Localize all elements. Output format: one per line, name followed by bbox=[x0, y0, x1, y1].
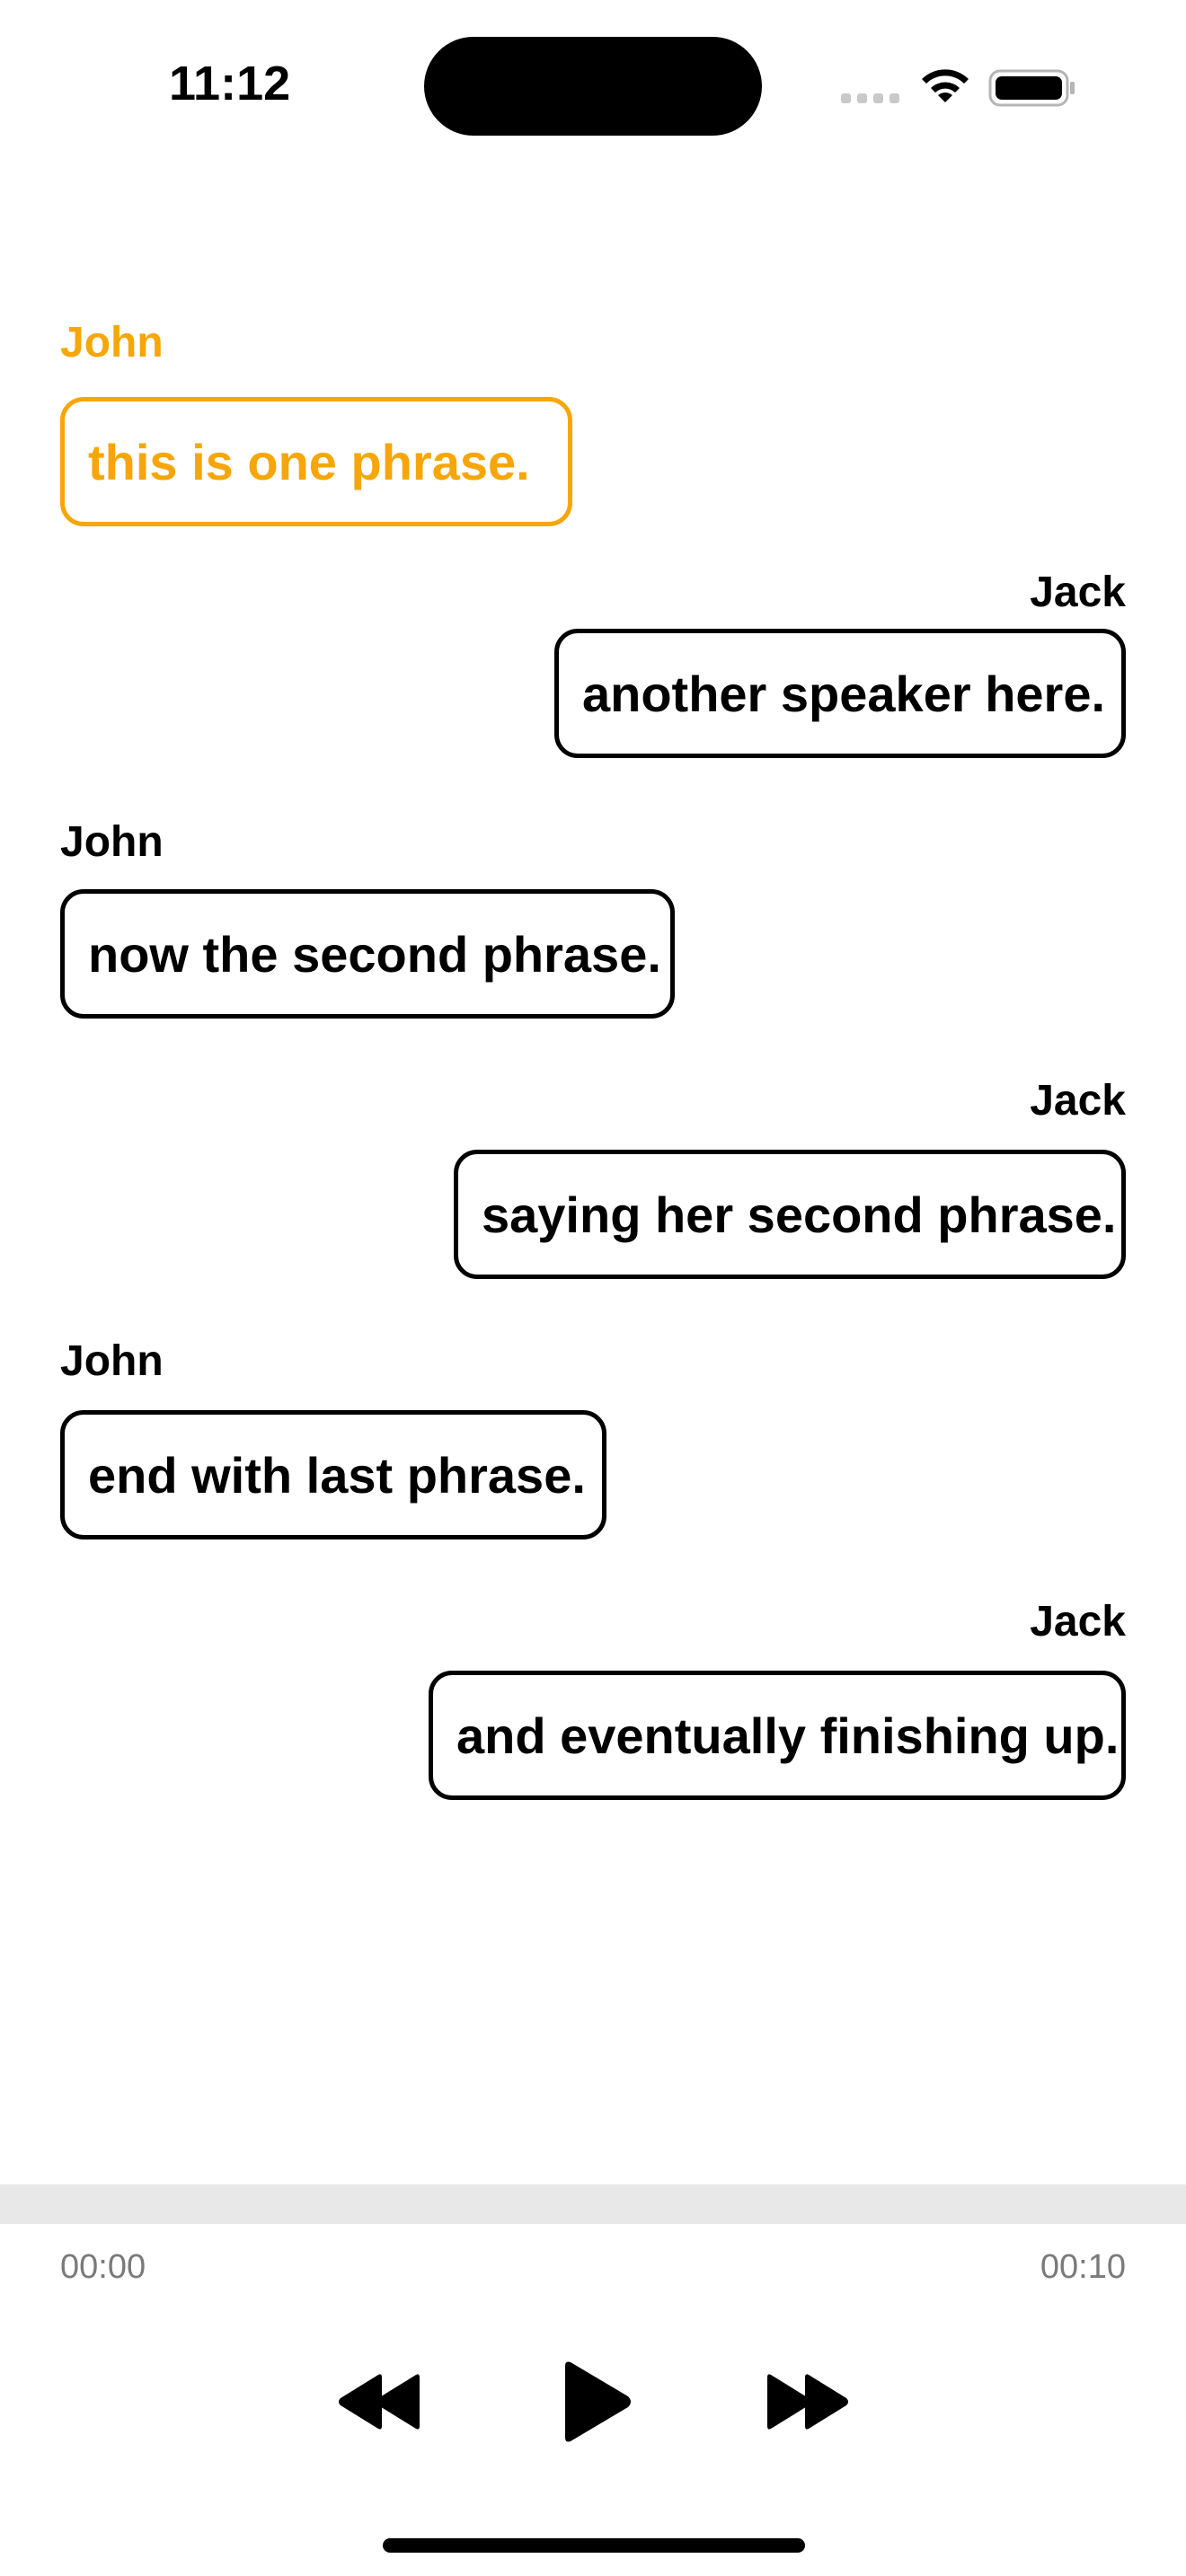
dynamic-island bbox=[424, 37, 762, 136]
play-icon bbox=[565, 2361, 631, 2442]
battery-icon bbox=[988, 69, 1075, 107]
phrase-bubble[interactable]: another speaker here. bbox=[554, 629, 1126, 758]
speaker-name: John bbox=[60, 319, 164, 366]
phrase-bubble[interactable]: saying her second phrase. bbox=[454, 1150, 1126, 1279]
play-button[interactable] bbox=[546, 2357, 645, 2447]
phrase-bubble[interactable]: end with last phrase. bbox=[60, 1410, 606, 1539]
speaker-name: Jack bbox=[1030, 1077, 1126, 1125]
fast-forward-button[interactable] bbox=[757, 2357, 856, 2447]
rewind-button[interactable] bbox=[331, 2357, 429, 2447]
status-icons bbox=[837, 63, 1080, 108]
speaker-name: Jack bbox=[1030, 569, 1126, 616]
phrase-bubble[interactable]: this is one phrase. bbox=[60, 397, 572, 526]
current-time: 00:00 bbox=[60, 2248, 146, 2286]
wifi-icon bbox=[922, 69, 969, 102]
total-time: 00:10 bbox=[1040, 2248, 1126, 2286]
fast-forward-icon bbox=[767, 2374, 848, 2430]
status-time: 11:12 bbox=[169, 57, 291, 110]
phrase-bubble[interactable]: and eventually finishing up. bbox=[429, 1671, 1126, 1800]
phrase-bubble[interactable]: now the second phrase. bbox=[60, 889, 675, 1019]
home-indicator[interactable] bbox=[383, 2538, 805, 2553]
rewind-icon bbox=[339, 2374, 420, 2430]
speaker-name: Jack bbox=[1030, 1598, 1126, 1645]
speaker-name: John bbox=[60, 1337, 164, 1385]
progress-bar[interactable] bbox=[0, 2184, 1186, 2224]
speaker-name: John bbox=[60, 818, 164, 866]
playback-controls bbox=[0, 2357, 1186, 2447]
